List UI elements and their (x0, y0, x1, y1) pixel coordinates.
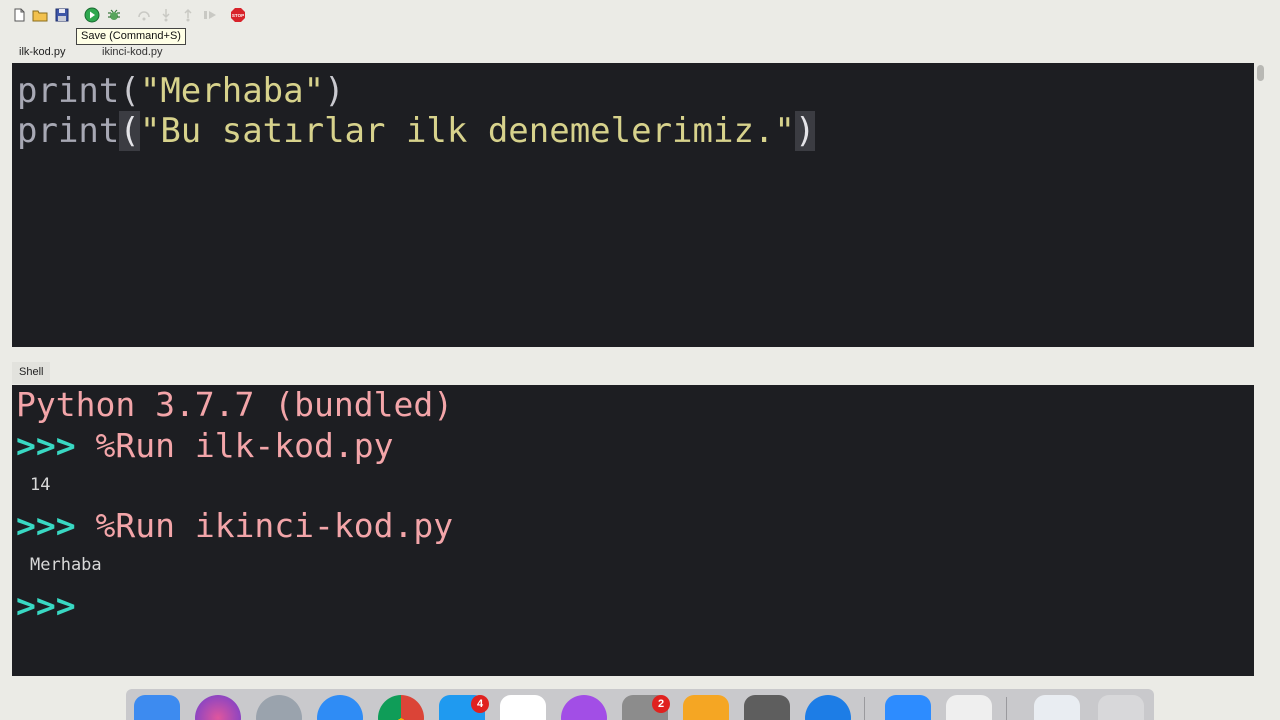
shell-banner: Python 3.7.7 (bundled) (16, 385, 454, 424)
shell-output: Merhaba (30, 555, 102, 575)
toolbar: STOP Save (Command+S) (0, 0, 1280, 45)
code-editor[interactable]: print("Merhaba") print("Bu satırlar ilk … (12, 63, 1254, 347)
stop-icon[interactable]: STOP (230, 7, 246, 23)
save-tooltip: Save (Command+S) (76, 28, 186, 45)
music-icon[interactable] (500, 695, 546, 720)
pages-icon[interactable] (683, 695, 729, 720)
code-function: print (17, 111, 120, 151)
shell-command-line: >>> %Run ikinci-kod.py (16, 506, 453, 546)
dock-separator (864, 697, 865, 720)
step-out-icon[interactable] (180, 7, 196, 23)
editor-scroll-thumb[interactable] (1257, 65, 1264, 81)
shell-output: 14 (30, 475, 51, 495)
step-into-icon[interactable] (158, 7, 174, 23)
siri-icon[interactable] (195, 695, 241, 720)
trash-icon[interactable] (1098, 695, 1144, 720)
editor-scrollbar[interactable] (1254, 63, 1266, 347)
step-over-icon[interactable] (136, 7, 152, 23)
editor-tabs: ilk-kod.py ikinci-kod.py (0, 40, 1280, 62)
shell-command-line: >>> %Run ilk-kod.py (16, 426, 394, 466)
shell-scrollbar[interactable] (1254, 385, 1266, 676)
code-paren: ( (119, 71, 140, 111)
open-folder-icon[interactable] (32, 7, 48, 23)
safari-icon[interactable] (317, 695, 363, 720)
chrome-icon[interactable] (378, 695, 424, 720)
code-paren: ) (324, 71, 345, 111)
calculator-icon[interactable] (744, 695, 790, 720)
stop-label: STOP (232, 13, 244, 18)
shell-input-line[interactable]: >>> (16, 586, 76, 626)
dock: 4 2 (126, 689, 1154, 720)
resume-icon[interactable] (202, 7, 218, 23)
zoom-icon[interactable] (885, 695, 931, 720)
shell-console[interactable]: Python 3.7.7 (bundled) >>> %Run ilk-kod.… (12, 385, 1254, 676)
code-string: "Bu satırlar ilk denemelerimiz." (139, 111, 795, 151)
dock-separator (1006, 697, 1007, 720)
app-store-badge: 4 (471, 695, 489, 713)
shell-prompt: >>> (16, 426, 76, 465)
shell-prompt: >>> (16, 586, 76, 625)
code-string: "Merhaba" (139, 71, 325, 111)
tab-ilk-kod[interactable]: ilk-kod.py (12, 42, 73, 62)
font-book-icon[interactable] (946, 695, 992, 720)
code-paren-matched: ( (119, 111, 140, 151)
save-icon[interactable] (54, 7, 70, 23)
code-function: print (17, 71, 120, 111)
tab-ikinci-kod[interactable]: ikinci-kod.py (95, 42, 170, 62)
teamviewer-icon[interactable] (805, 695, 851, 720)
debug-icon[interactable] (106, 7, 122, 23)
code-line-2: print("Bu satırlar ilk denemelerimiz.") (17, 111, 816, 151)
preview-icon[interactable] (1034, 695, 1080, 720)
new-file-icon[interactable] (11, 7, 27, 23)
system-preferences-badge: 2 (652, 695, 670, 713)
shell-tab[interactable]: Shell (12, 362, 51, 384)
finder-icon[interactable] (134, 695, 180, 720)
code-paren-matched: ) (794, 111, 816, 151)
podcasts-icon[interactable] (561, 695, 607, 720)
shell-command: %Run ikinci-kod.py (95, 506, 454, 545)
launchpad-icon[interactable] (256, 695, 302, 720)
code-line-1: print("Merhaba") (17, 71, 345, 111)
run-icon[interactable] (84, 7, 100, 23)
shell-command: %Run ilk-kod.py (95, 426, 394, 465)
shell-prompt: >>> (16, 506, 76, 545)
